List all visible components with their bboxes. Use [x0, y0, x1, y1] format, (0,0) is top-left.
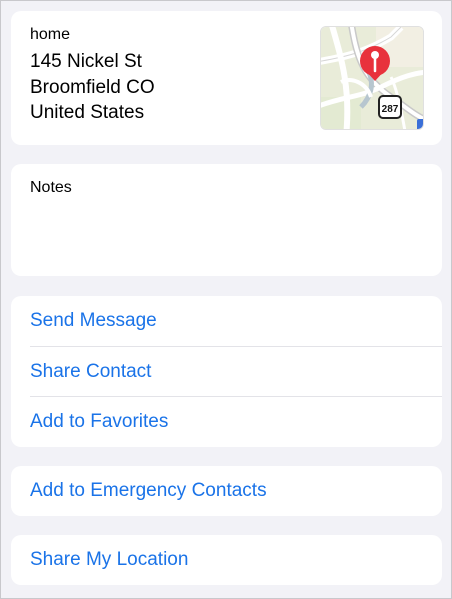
- location-card: Share My Location: [11, 535, 442, 585]
- actions-card: Send Message Share Contact Add to Favori…: [11, 296, 442, 447]
- add-to-favorites-button[interactable]: Add to Favorites: [11, 397, 442, 447]
- address-card[interactable]: home 145 Nickel St Broomfield CO United …: [11, 11, 442, 145]
- add-to-emergency-contacts-button[interactable]: Add to Emergency Contacts: [11, 466, 442, 516]
- route-sign-text: 287: [382, 104, 399, 115]
- address-city-state: Broomfield CO: [30, 77, 155, 98]
- map-image: 287: [321, 27, 423, 129]
- share-contact-button[interactable]: Share Contact: [11, 347, 442, 397]
- share-my-location-button[interactable]: Share My Location: [11, 535, 442, 585]
- notes-card[interactable]: Notes: [11, 164, 442, 276]
- emergency-card: Add to Emergency Contacts: [11, 466, 442, 516]
- map-thumbnail[interactable]: 287: [320, 26, 424, 130]
- send-message-button[interactable]: Send Message: [11, 296, 442, 346]
- address-type-label: home: [30, 26, 71, 43]
- address-street: 145 Nickel St: [30, 51, 142, 72]
- notes-label: Notes: [30, 179, 72, 196]
- address-country: United States: [30, 102, 145, 123]
